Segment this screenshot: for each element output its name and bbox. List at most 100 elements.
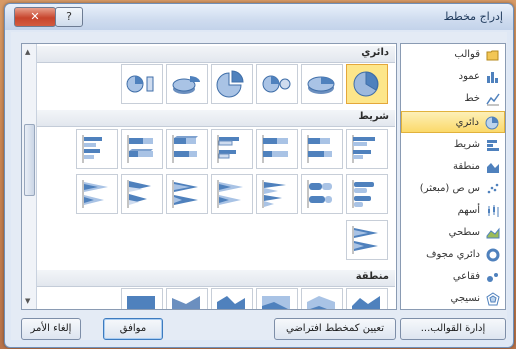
category-item-scatter[interactable]: س ص (مبعثر) xyxy=(401,178,505,200)
area-thumbnail-icon xyxy=(352,296,380,309)
chart-type-stacked-cone[interactable] xyxy=(211,174,253,214)
set-as-default-chart-button[interactable]: تعيين كمخطط افتراضي xyxy=(274,318,396,340)
chart-type-stacked-area[interactable] xyxy=(301,288,343,309)
chart-type-clustered-pyramid[interactable] xyxy=(121,174,163,214)
category-item-surface[interactable]: سطحي xyxy=(401,222,505,244)
close-button[interactable]: ✕ xyxy=(14,7,56,27)
chart-type-3d-bar[interactable] xyxy=(76,129,118,169)
chart-type-stacked-cylinder[interactable] xyxy=(301,174,343,214)
clustered-cylinder-thumbnail-icon xyxy=(352,180,374,208)
category-item-doughnut[interactable]: دائري مجوف xyxy=(401,244,505,266)
chart-type-stacked-pyramid[interactable] xyxy=(76,174,118,214)
category-item-bar[interactable]: شريط xyxy=(401,134,505,156)
bubble-chart-icon xyxy=(487,273,498,282)
category-label: منطقة xyxy=(453,161,480,172)
line-chart-icon xyxy=(486,93,500,106)
bar-of-pie-thumbnail-icon xyxy=(126,75,154,93)
category-label: دائري مجوف xyxy=(426,249,480,260)
stacked-area-thumbnail-icon xyxy=(307,296,335,309)
chart-type-pie-3d[interactable] xyxy=(301,64,343,104)
chart-type-stacked-bar[interactable] xyxy=(301,129,343,169)
stacked-area-3d-thumbnail-icon xyxy=(172,296,200,309)
category-item-radar[interactable]: نسيجي xyxy=(401,288,505,310)
chart-type-100-stacked-bar[interactable] xyxy=(256,129,298,169)
clustered-bar-3d-thumbnail-icon xyxy=(217,135,239,163)
area-3d-thumbnail-icon xyxy=(217,296,245,309)
category-item-templates[interactable]: قوالب xyxy=(401,44,505,66)
category-item-column[interactable]: عمود xyxy=(401,66,505,88)
category-label: شريط xyxy=(453,139,480,150)
category-label: أسهم xyxy=(457,205,480,216)
chart-type-100-stacked-area[interactable] xyxy=(256,288,298,309)
bar-3d-thumbnail-icon xyxy=(82,135,102,163)
chart-type-bar-of-pie[interactable] xyxy=(121,64,163,104)
category-label: دائري xyxy=(455,117,479,128)
chart-type-exploded-pie[interactable] xyxy=(211,64,253,104)
surface-chart-icon xyxy=(486,227,500,239)
scrollbar-thumb[interactable] xyxy=(24,124,35,196)
stacked-pyramid-thumbnail-icon xyxy=(82,180,108,208)
pie-chart-icon xyxy=(485,116,499,130)
scroll-down-arrow-icon[interactable]: ▼ xyxy=(25,297,30,305)
clustered-bar-thumbnail-icon xyxy=(352,135,375,163)
chart-type-100-stacked-bar-3d[interactable] xyxy=(121,129,163,169)
bar-chart-icon xyxy=(487,140,499,151)
column-chart-icon xyxy=(487,72,498,83)
section-header-bar: شريط xyxy=(37,110,395,127)
chart-type-100-stacked-pyramid[interactable] xyxy=(346,220,388,260)
stacked-bar-thumbnail-icon xyxy=(307,135,332,163)
category-label: نسيجي xyxy=(450,293,480,304)
area-chart-icon xyxy=(487,163,499,173)
gallery-scrollbar[interactable]: ▲ ▼ xyxy=(22,44,37,309)
section-title: منطقة xyxy=(355,271,389,282)
scatter-chart-icon xyxy=(487,183,499,194)
chart-type-pie-of-pie[interactable] xyxy=(256,64,298,104)
clustered-pyramid-thumbnail-icon xyxy=(127,180,151,208)
chart-type-clustered-cone[interactable] xyxy=(256,174,298,214)
stacked-bar-3d-thumbnail-icon xyxy=(172,135,198,163)
category-item-pie[interactable]: دائري xyxy=(401,111,505,133)
chart-gallery[interactable]: ▲ ▼ دائري شريط منطقة xyxy=(21,43,397,310)
chart-type-area-3d[interactable] xyxy=(211,288,253,309)
cancel-button[interactable]: إلغاء الأمر xyxy=(21,318,81,340)
category-label: سطحي xyxy=(448,227,480,238)
stacked-cylinder-thumbnail-icon xyxy=(307,180,332,208)
dialog-title: إدراج مخطط xyxy=(443,10,503,23)
category-item-area[interactable]: منطقة xyxy=(401,156,505,178)
chart-type-100-stacked-cone[interactable] xyxy=(166,174,208,214)
chart-type-clustered-cylinder[interactable] xyxy=(346,174,388,214)
pie-of-pie-thumbnail-icon xyxy=(262,75,291,93)
percent-stacked-area-3d-thumbnail-icon xyxy=(127,296,155,309)
section-title: دائري xyxy=(361,47,389,58)
chart-type-clustered-bar-3d[interactable] xyxy=(211,129,253,169)
scroll-up-arrow-icon[interactable]: ▲ xyxy=(25,48,30,56)
chart-type-stacked-bar-3d[interactable] xyxy=(166,129,208,169)
chart-type-area[interactable] xyxy=(346,288,388,309)
category-item-stock[interactable]: أسهم xyxy=(401,200,505,222)
section-header-pie: دائري xyxy=(37,46,395,63)
exploded-pie-3d-thumbnail-icon xyxy=(172,76,201,94)
manage-templates-button[interactable]: إدارة القوالب... xyxy=(400,318,506,340)
chart-category-list[interactable]: قوالب عمود خط دائري شريط منطقة س ص (مبعث… xyxy=(400,43,506,310)
chart-type-exploded-pie-3d[interactable] xyxy=(166,64,208,104)
category-label: عمود xyxy=(458,71,480,82)
category-item-bubble[interactable]: فقاعي xyxy=(401,266,505,288)
folder-icon xyxy=(486,50,499,61)
chart-type-pie[interactable] xyxy=(346,64,388,104)
title-bar: ✕ ? إدراج مخطط xyxy=(5,4,513,30)
category-item-line[interactable]: خط xyxy=(401,88,505,110)
pie-thumbnail-icon xyxy=(353,71,379,97)
chart-type-100-stacked-area-3d[interactable] xyxy=(121,288,163,309)
section-header-area: منطقة xyxy=(37,270,395,287)
ok-button[interactable]: موافق xyxy=(103,318,163,340)
percent-stacked-bar-thumbnail-icon xyxy=(262,135,288,163)
doughnut-chart-icon xyxy=(486,248,500,262)
percent-stacked-pyramid-thumbnail-icon xyxy=(352,226,378,254)
chart-type-clustered-bar[interactable] xyxy=(346,129,388,169)
stock-chart-icon xyxy=(488,205,499,217)
category-label: فقاعي xyxy=(452,271,480,282)
chart-type-stacked-area-3d[interactable] xyxy=(166,288,208,309)
pie-3d-thumbnail-icon xyxy=(307,76,335,94)
help-button[interactable]: ? xyxy=(55,7,83,27)
dialog-content: قوالب عمود خط دائري شريط منطقة س ص (مبعث… xyxy=(11,32,507,340)
